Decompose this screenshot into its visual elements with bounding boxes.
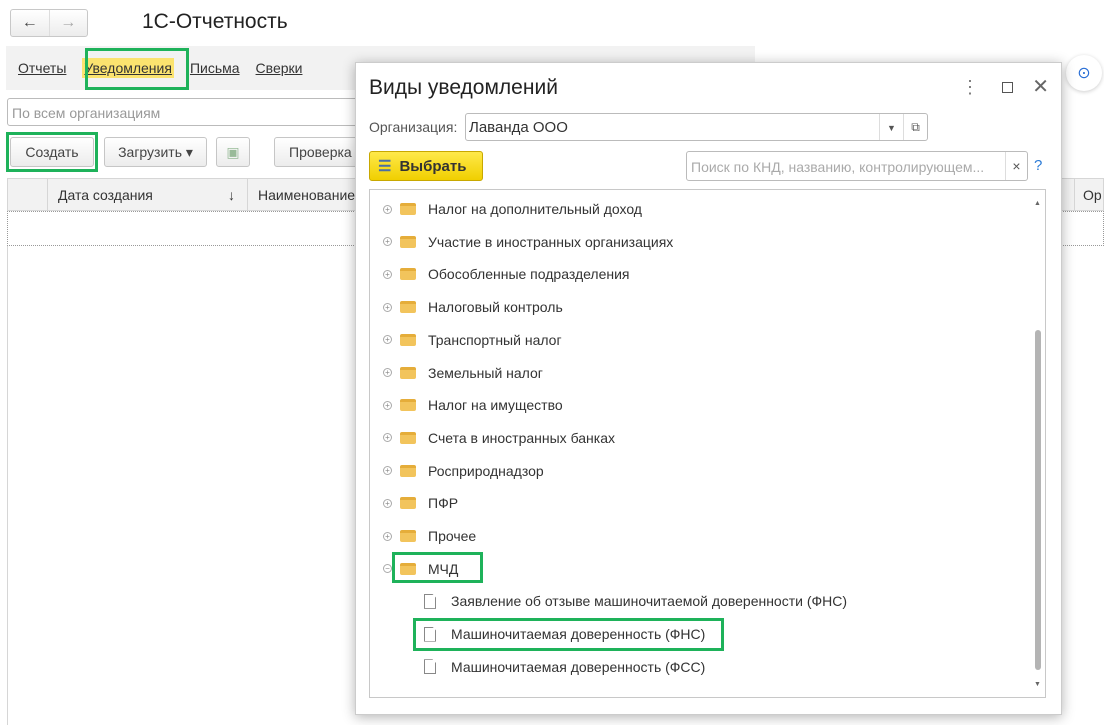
tree-item-label: Транспортный налог <box>428 331 562 348</box>
scan-icon[interactable]: ⊙ <box>1066 55 1102 91</box>
folder-icon <box>400 497 416 510</box>
tree-item-label: Налог на имущество <box>428 397 563 414</box>
tree-item-folder[interactable]: + Прочее <box>383 524 476 548</box>
folder-icon <box>400 464 416 477</box>
tree-item-document[interactable]: Заявление об отзыве машиночитаемой довер… <box>424 589 847 613</box>
tree-item-folder[interactable]: + Земельный налог <box>383 361 543 385</box>
clear-search-icon[interactable]: × <box>1005 152 1027 180</box>
folder-icon <box>400 301 416 314</box>
org-label: Организация: <box>369 119 458 135</box>
tree-item-label: ПФР <box>428 495 459 512</box>
expand-icon[interactable]: + <box>383 237 392 247</box>
help-icon[interactable]: ? <box>1034 157 1042 174</box>
open-icon[interactable]: ⧉ <box>903 114 927 140</box>
highlight-mchd-fns <box>413 618 724 651</box>
folder-icon <box>400 366 416 379</box>
highlight-mchd <box>392 552 483 583</box>
tree-item-folder[interactable]: + Налоговый контроль <box>383 295 563 319</box>
expand-icon[interactable]: + <box>383 433 392 443</box>
tree-item-folder[interactable]: + ПФР <box>383 491 458 515</box>
tree-item-label: Машиночитаемая доверенность (ФСС) <box>451 658 706 675</box>
dialog-title: Виды уведомлений <box>369 76 558 99</box>
tree-item-folder[interactable]: + Счета в иностранных банках <box>383 426 615 450</box>
scrollbar[interactable]: ▲ ▼ <box>1034 198 1042 688</box>
document-icon <box>424 659 436 675</box>
folder-icon <box>400 235 416 248</box>
folder-icon <box>400 431 416 444</box>
tab-letters[interactable]: Письма <box>190 60 240 76</box>
expand-icon[interactable]: + <box>383 400 392 410</box>
tab-reconciliations[interactable]: Сверки <box>256 60 303 76</box>
select-icon: ☰ <box>378 158 392 175</box>
load-button[interactable]: Загрузить ▾ <box>104 137 207 167</box>
folder-icon <box>400 399 416 412</box>
select-button[interactable]: ☰ Выбрать <box>369 151 483 181</box>
tree-item-label: Обособленные подразделения <box>428 266 630 283</box>
attach-icon[interactable]: ▣ <box>216 137 250 167</box>
sort-down-icon: ↓ <box>228 186 235 203</box>
tree-item-label: Заявление об отзыве машиночитаемой довер… <box>451 593 848 610</box>
highlight-tab <box>85 48 189 90</box>
search-input[interactable]: Поиск по КНД, названию, контролирующем..… <box>686 151 1028 181</box>
tree-item-folder[interactable]: + Налог на имущество <box>383 393 563 417</box>
tree-item-folder[interactable]: + Росприроднадзор <box>383 459 544 483</box>
folder-icon <box>400 333 416 346</box>
org-select[interactable]: Лаванда ООО ▼ ⧉ <box>465 113 928 141</box>
collapse-icon[interactable]: − <box>383 564 392 574</box>
maximize-icon[interactable] <box>1002 82 1013 93</box>
column-org[interactable]: Ор <box>1074 179 1102 210</box>
tree-item-label: Росприроднадзор <box>428 462 544 479</box>
close-icon[interactable]: ✕ <box>1032 74 1049 99</box>
expand-icon[interactable]: + <box>383 335 392 345</box>
forward-button[interactable]: → <box>48 10 88 36</box>
expand-icon[interactable]: + <box>383 204 392 214</box>
tree-item-label: Налог на дополнительный доход <box>428 201 642 217</box>
expand-icon[interactable]: + <box>383 466 392 476</box>
expand-icon[interactable]: + <box>383 302 392 312</box>
tree-item-folder[interactable]: + Обособленные подразделения <box>383 262 630 286</box>
tree-item-folder[interactable]: + Участие в иностранных организациях <box>383 230 673 254</box>
tree-item-label: Участие в иностранных организациях <box>428 233 674 250</box>
tree-item-label: Налоговый контроль <box>428 299 563 316</box>
expand-icon[interactable]: + <box>383 368 392 377</box>
expand-icon[interactable]: + <box>383 269 392 279</box>
tree-item-folder[interactable]: + Налог на дополнительный доход <box>383 197 642 221</box>
page-title: 1С-Отчетность <box>142 10 288 33</box>
tree-item-label: Прочее <box>428 528 477 544</box>
more-icon[interactable]: ⋮ <box>961 77 979 98</box>
column-date[interactable]: Дата создания ↓ <box>48 179 248 210</box>
document-icon <box>424 593 436 609</box>
tab-reports[interactable]: Отчеты <box>18 60 66 76</box>
tree-item-folder[interactable]: + Транспортный налог <box>383 328 562 352</box>
expand-icon[interactable]: + <box>383 498 392 508</box>
history-nav: ← → <box>10 9 88 37</box>
folder-icon <box>400 203 416 215</box>
divider <box>7 246 8 725</box>
organization-filter[interactable]: По всем организациям <box>7 98 367 126</box>
dropdown-icon[interactable]: ▼ <box>879 114 903 140</box>
back-button[interactable]: ← <box>11 10 49 36</box>
folder-icon <box>400 268 416 281</box>
highlight-create <box>6 132 98 172</box>
folder-icon <box>400 530 416 542</box>
tree-item-label: Счета в иностранных банках <box>428 429 615 446</box>
expand-icon[interactable]: + <box>383 531 392 541</box>
tree-item-document[interactable]: Машиночитаемая доверенность (ФСС) <box>424 655 705 679</box>
scrollbar-thumb[interactable] <box>1035 330 1041 670</box>
tree-item-label: Земельный налог <box>428 364 543 381</box>
